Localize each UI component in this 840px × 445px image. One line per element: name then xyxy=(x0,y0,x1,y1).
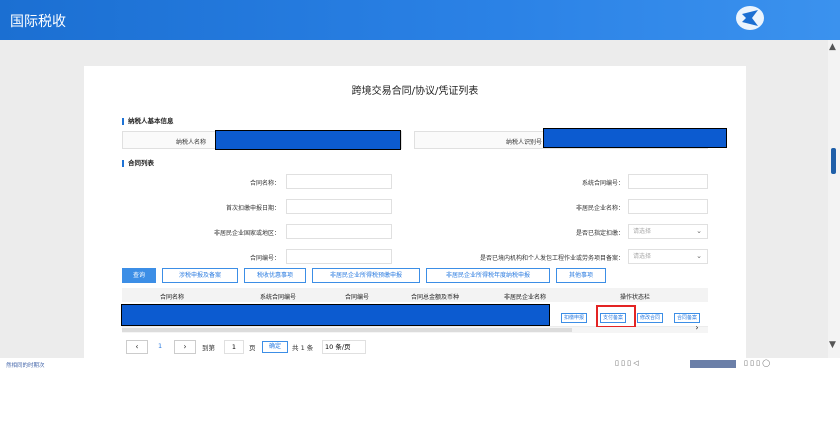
status-bar: 然相同的时期次 ▯ ▯ ▯ ◁ ▯ ▯ ▯ ◯ xyxy=(0,358,840,372)
status-tray-icons: ▯ ▯ ▯ ◁ xyxy=(615,359,639,367)
redacted-taxpayer-name xyxy=(215,130,401,150)
highlight-payment-filing xyxy=(596,305,636,328)
contract-no-label: 合同编号： xyxy=(249,255,280,262)
goto-label: 到第 xyxy=(202,344,215,352)
goto-page-input[interactable]: 1 xyxy=(224,340,244,354)
next-page-icon[interactable]: › xyxy=(174,340,196,354)
app-header: 国际税收 xyxy=(0,0,840,40)
goto-confirm-button[interactable]: 确定 xyxy=(262,341,288,353)
query-button[interactable]: 查询 xyxy=(122,268,156,283)
contract-section-title: 合同列表 xyxy=(122,160,154,167)
contract-name-input[interactable] xyxy=(286,174,392,189)
prev-page-icon[interactable]: ‹ xyxy=(126,340,148,354)
scroll-down-icon[interactable]: ▼ xyxy=(829,340,836,350)
status-zoom-icons: ▯ ▯ ▯ ◯ xyxy=(744,359,771,367)
system-no-input[interactable] xyxy=(628,174,708,189)
vertical-scrollbar[interactable]: ▲ ▼ xyxy=(828,40,840,358)
total-count: 共 1 条 xyxy=(292,344,314,352)
designated-withhold-label: 是否已指定扣缴： xyxy=(575,230,624,237)
page-size-select[interactable]: 10 条/页 xyxy=(322,340,366,354)
col-operations: 操作状态栏 xyxy=(619,294,650,301)
scrollbar-thumb[interactable] xyxy=(831,148,836,174)
app-title: 国际税收 xyxy=(10,14,66,30)
redacted-taxpayer-id xyxy=(543,128,727,148)
taxpayer-section-title: 纳税人基本信息 xyxy=(122,118,174,125)
current-page[interactable]: 1 xyxy=(158,342,162,350)
nonresident-name-label: 非居民企业名称： xyxy=(575,205,624,212)
first-withhold-date-label: 首次扣缴申报日期： xyxy=(225,205,280,212)
col-contract-name: 合同名称 xyxy=(159,294,184,301)
chevron-down-icon: ⌄ xyxy=(696,252,702,260)
other-button[interactable]: 其他事项 xyxy=(556,268,606,283)
edit-contract-button[interactable]: 修改合同 xyxy=(637,313,664,323)
designated-withhold-select[interactable]: 请选择 ⌄ xyxy=(628,224,708,239)
annual-filing-button[interactable]: 非居民企业所得税年度纳税申报 xyxy=(426,268,550,283)
scroll-up-icon[interactable]: ▲ xyxy=(829,42,836,52)
select-placeholder: 请选择 xyxy=(633,228,652,235)
tax-logo-icon xyxy=(736,6,764,30)
tax-filing-button[interactable]: 涉税申报及备案 xyxy=(162,268,238,283)
contract-filing-button[interactable]: 合同备案 xyxy=(674,313,701,323)
table-horizontal-scrollbar[interactable] xyxy=(122,327,708,333)
labor-filing-label: 是否已境内机构和个人发包工程作业或劳务项目备案： xyxy=(479,255,624,262)
scroll-right-icon[interactable]: › xyxy=(692,323,702,332)
status-left-text: 然相同的时期次 xyxy=(6,363,45,369)
scrollbar-thumb[interactable] xyxy=(122,328,572,332)
col-system-no: 系统合同编号 xyxy=(259,294,296,301)
nonresident-name-input[interactable] xyxy=(628,199,708,214)
withhold-filing-button[interactable]: 扣缴申报 xyxy=(561,313,588,323)
col-amount-currency: 合同总金额及币种 xyxy=(410,294,459,301)
select-placeholder: 请选择 xyxy=(633,253,652,260)
taskbar-app-icon xyxy=(690,360,736,368)
prepay-filing-button[interactable]: 非居民企业所得税预缴申报 xyxy=(312,268,420,283)
labor-filing-select[interactable]: 请选择 ⌄ xyxy=(628,249,708,264)
first-withhold-date-input[interactable] xyxy=(286,199,392,214)
treaty-button[interactable]: 税收优惠事项 xyxy=(244,268,306,283)
chevron-down-icon: ⌄ xyxy=(696,227,702,235)
nonresident-region-input[interactable] xyxy=(286,224,392,239)
col-contract-no: 合同编号 xyxy=(344,294,369,301)
taxpayer-name-label: 纳税人名称 xyxy=(175,139,206,146)
page-unit: 页 xyxy=(249,344,256,352)
redacted-row-data xyxy=(121,304,550,326)
contract-name-label: 合同名称： xyxy=(249,180,280,187)
system-no-label: 系统合同编号： xyxy=(581,180,624,187)
page-size-value: 10 条/页 xyxy=(325,343,351,351)
col-nonresident-name: 非居民企业名称 xyxy=(503,294,546,301)
nonresident-region-label: 非居民企业国家或地区： xyxy=(213,230,280,237)
taxpayer-id-label: 纳税人识别号 xyxy=(505,139,542,146)
page-title: 跨境交易合同/协议/凭证列表 xyxy=(351,86,479,97)
contract-no-input[interactable] xyxy=(286,249,392,264)
